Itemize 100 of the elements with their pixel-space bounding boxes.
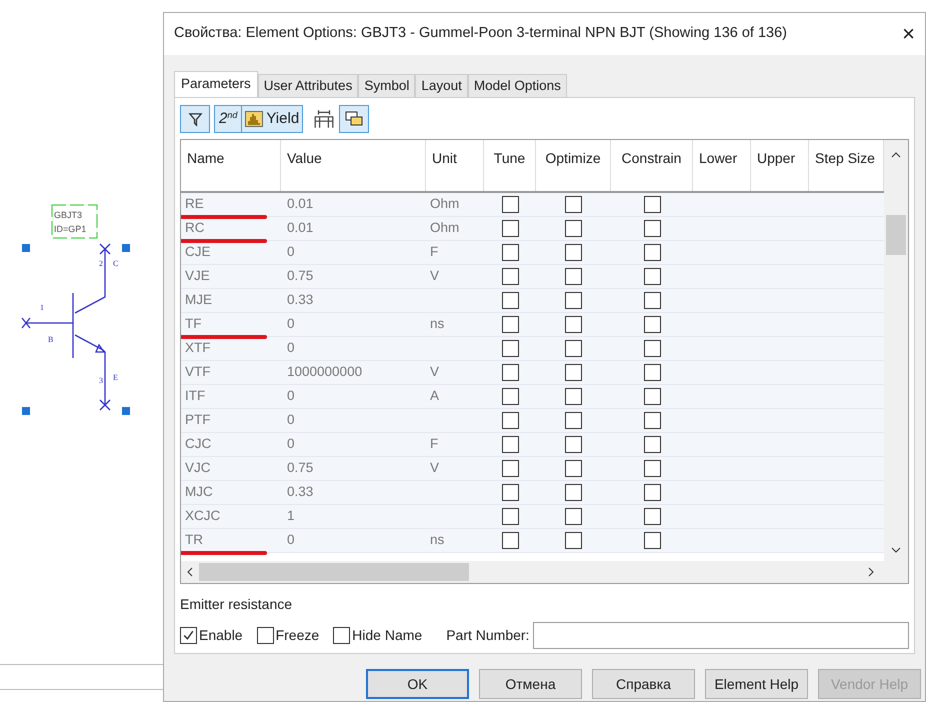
- tune-checkbox[interactable]: [502, 316, 518, 333]
- dialog-button[interactable]: Отмена: [479, 669, 582, 699]
- constrain-checkbox[interactable]: [644, 532, 660, 549]
- scroll-down-icon: [891, 547, 901, 553]
- constrain-checkbox[interactable]: [644, 244, 660, 261]
- parameter-value[interactable]: 0: [287, 434, 295, 455]
- column-header[interactable]: Constrain: [611, 140, 693, 191]
- tune-checkbox[interactable]: [502, 436, 518, 453]
- checkbox[interactable]: [180, 626, 197, 644]
- tune-checkbox[interactable]: [502, 412, 518, 429]
- tune-checkbox[interactable]: [502, 220, 518, 237]
- tune-checkbox[interactable]: [502, 244, 518, 261]
- parameter-value[interactable]: 0.75: [287, 266, 314, 287]
- parameter-value[interactable]: 0: [287, 338, 295, 359]
- parameter-name: CJE: [185, 243, 211, 262]
- optimize-checkbox[interactable]: [565, 388, 582, 405]
- checkbox[interactable]: [256, 626, 274, 644]
- tune-checkbox[interactable]: [502, 460, 518, 477]
- parameter-value[interactable]: 0.75: [287, 458, 314, 479]
- constrain-checkbox[interactable]: [644, 460, 660, 477]
- parameter-value[interactable]: 0: [287, 314, 295, 335]
- column-width-icon[interactable]: [313, 109, 336, 129]
- parameter-description: Emitter resistance: [180, 595, 294, 614]
- tab[interactable]: Layout: [415, 74, 468, 97]
- parameter-name: CJC: [185, 435, 212, 454]
- horizontal-scrollbar[interactable]: [181, 561, 908, 583]
- column-header[interactable]: Name: [181, 140, 281, 191]
- optimize-checkbox[interactable]: [565, 316, 582, 333]
- optimize-checkbox[interactable]: [565, 340, 582, 357]
- option-checkbox[interactable]: Hide Name: [333, 624, 422, 646]
- parameter-value[interactable]: 0: [287, 242, 295, 263]
- constrain-checkbox[interactable]: [644, 436, 660, 453]
- constrain-checkbox[interactable]: [644, 220, 660, 237]
- tune-checkbox[interactable]: [502, 484, 518, 501]
- second-order-button[interactable]: 2$^{nd}$: [215, 106, 242, 132]
- scroll-left-icon: [187, 567, 193, 577]
- constrain-checkbox[interactable]: [644, 316, 660, 333]
- constrain-checkbox[interactable]: [644, 292, 660, 309]
- parameter-name: VJC: [185, 459, 211, 478]
- optimize-checkbox[interactable]: [565, 508, 582, 525]
- parameter-value[interactable]: 0.33: [287, 290, 314, 311]
- constrain-checkbox[interactable]: [644, 268, 660, 285]
- tab[interactable]: User Attributes: [258, 74, 358, 97]
- column-header[interactable]: Upper: [751, 140, 809, 191]
- parameter-value[interactable]: 0.01: [287, 194, 314, 215]
- tune-checkbox[interactable]: [502, 508, 518, 525]
- optimize-checkbox[interactable]: [565, 220, 582, 237]
- dialog-button[interactable]: Справка: [592, 669, 695, 699]
- column-header[interactable]: Optimize: [536, 140, 611, 191]
- tab[interactable]: Model Options: [468, 74, 567, 97]
- optimize-checkbox[interactable]: [565, 412, 582, 429]
- tune-checkbox[interactable]: [502, 292, 518, 309]
- column-header[interactable]: Lower: [693, 140, 751, 191]
- optimize-checkbox[interactable]: [565, 268, 582, 285]
- dialog-button[interactable]: OK: [366, 669, 469, 699]
- parameter-value[interactable]: 1000000000: [287, 362, 362, 383]
- parameter-value[interactable]: 1: [287, 506, 295, 527]
- parameter-value[interactable]: 0: [287, 386, 295, 407]
- constrain-checkbox[interactable]: [644, 388, 660, 405]
- optimize-checkbox[interactable]: [565, 292, 582, 309]
- part-number-field[interactable]: [533, 622, 909, 648]
- tab[interactable]: Symbol: [358, 74, 416, 97]
- tune-checkbox[interactable]: [502, 532, 518, 549]
- option-checkbox[interactable]: Freeze: [256, 624, 320, 646]
- optimize-checkbox[interactable]: [565, 196, 582, 213]
- optimize-checkbox[interactable]: [565, 436, 582, 453]
- parameter-value[interactable]: 0: [287, 530, 295, 551]
- scrollbar-thumb[interactable]: [886, 215, 906, 255]
- scrollbar-thumb[interactable]: [199, 563, 469, 581]
- column-header[interactable]: Value: [281, 140, 426, 191]
- optimize-checkbox[interactable]: [565, 364, 582, 381]
- tune-checkbox[interactable]: [502, 364, 518, 381]
- constrain-checkbox[interactable]: [644, 196, 660, 213]
- dialog-button[interactable]: Element Help: [705, 669, 808, 699]
- constrain-checkbox[interactable]: [644, 364, 660, 381]
- constrain-checkbox[interactable]: [644, 340, 660, 357]
- optimize-checkbox[interactable]: [565, 532, 582, 549]
- close-button[interactable]: ×: [896, 23, 921, 45]
- tune-checkbox[interactable]: [502, 268, 518, 285]
- parameter-value[interactable]: 0: [287, 410, 295, 431]
- optimize-checkbox[interactable]: [565, 244, 582, 261]
- vertical-scrollbar[interactable]: [884, 140, 908, 561]
- tooltip-toggle-button[interactable]: [339, 105, 370, 133]
- filter-button[interactable]: [180, 105, 210, 133]
- tab[interactable]: Parameters: [174, 71, 258, 97]
- checkbox[interactable]: [333, 626, 350, 644]
- constrain-checkbox[interactable]: [644, 508, 660, 525]
- tune-checkbox[interactable]: [502, 196, 518, 213]
- parameter-value[interactable]: 0.33: [287, 482, 314, 503]
- yield-button[interactable]: Yield: [242, 106, 302, 132]
- parameter-value[interactable]: 0.01: [287, 218, 314, 239]
- tune-checkbox[interactable]: [502, 388, 518, 405]
- optimize-checkbox[interactable]: [565, 460, 582, 477]
- tune-checkbox[interactable]: [502, 340, 518, 357]
- constrain-checkbox[interactable]: [644, 412, 660, 429]
- optimize-checkbox[interactable]: [565, 484, 582, 501]
- constrain-checkbox[interactable]: [644, 484, 660, 501]
- column-header[interactable]: Tune: [484, 140, 536, 191]
- option-checkbox[interactable]: Enable: [180, 624, 243, 646]
- column-header[interactable]: Unit: [426, 140, 484, 191]
